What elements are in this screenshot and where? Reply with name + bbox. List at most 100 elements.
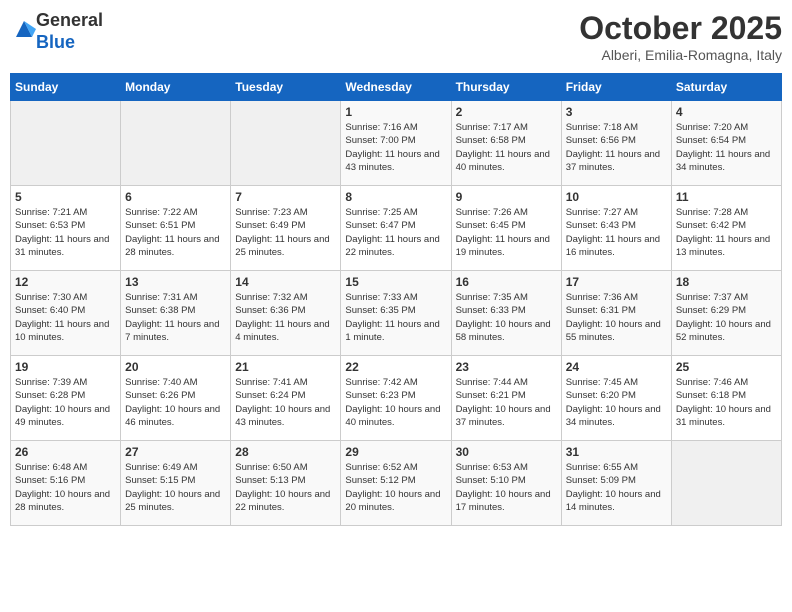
day-info: Sunrise: 7:20 AM Sunset: 6:54 PM Dayligh…	[676, 121, 777, 174]
header-row: SundayMondayTuesdayWednesdayThursdayFrid…	[11, 74, 782, 101]
day-info: Sunrise: 7:30 AM Sunset: 6:40 PM Dayligh…	[15, 291, 116, 344]
day-number: 6	[125, 190, 226, 204]
day-info: Sunrise: 6:50 AM Sunset: 5:13 PM Dayligh…	[235, 461, 336, 514]
column-header-monday: Monday	[121, 74, 231, 101]
day-number: 8	[345, 190, 446, 204]
day-number: 17	[566, 275, 667, 289]
day-number: 11	[676, 190, 777, 204]
day-number: 21	[235, 360, 336, 374]
day-cell: 17 Sunrise: 7:36 AM Sunset: 6:31 PM Dayli…	[561, 271, 671, 356]
day-cell: 2Sunrise: 7:17 AM Sunset: 6:58 PM Daylig…	[451, 101, 561, 186]
day-cell: 22 Sunrise: 7:42 AM Sunset: 6:23 PM Dayli…	[341, 356, 451, 441]
day-number: 23	[456, 360, 557, 374]
day-info: Sunrise: 7:35 AM Sunset: 6:33 PM Dayligh…	[456, 291, 557, 344]
day-number: 28	[235, 445, 336, 459]
logo-icon	[12, 17, 36, 41]
day-info: Sunrise: 7:36 AM Sunset: 6:31 PM Dayligh…	[566, 291, 667, 344]
day-info: Sunrise: 7:16 AM Sunset: 7:00 PM Dayligh…	[345, 121, 446, 174]
day-cell: 15 Sunrise: 7:33 AM Sunset: 6:35 PM Dayli…	[341, 271, 451, 356]
logo-blue: Blue	[36, 32, 75, 52]
day-number: 1	[345, 105, 446, 119]
location: Alberi, Emilia-Romagna, Italy	[579, 47, 782, 63]
day-cell: 27Sunrise: 6:49 AM Sunset: 5:15 PM Dayli…	[121, 441, 231, 526]
day-cell: 18 Sunrise: 7:37 AM Sunset: 6:29 PM Dayli…	[671, 271, 781, 356]
day-number: 22	[345, 360, 446, 374]
day-cell: 26Sunrise: 6:48 AM Sunset: 5:16 PM Dayli…	[11, 441, 121, 526]
day-cell: 31 Sunrise: 6:55 AM Sunset: 5:09 PM Dayli…	[561, 441, 671, 526]
day-cell	[231, 101, 341, 186]
day-cell	[11, 101, 121, 186]
day-cell: 29 Sunrise: 6:52 AM Sunset: 5:12 PM Dayli…	[341, 441, 451, 526]
day-info: Sunrise: 7:44 AM Sunset: 6:21 PM Dayligh…	[456, 376, 557, 429]
day-cell: 8Sunrise: 7:25 AM Sunset: 6:47 PM Daylig…	[341, 186, 451, 271]
logo-general: General	[36, 10, 103, 30]
day-info: Sunrise: 7:45 AM Sunset: 6:20 PM Dayligh…	[566, 376, 667, 429]
day-info: Sunrise: 7:40 AM Sunset: 6:26 PM Dayligh…	[125, 376, 226, 429]
month-title: October 2025	[579, 10, 782, 47]
day-cell: 14 Sunrise: 7:32 AM Sunset: 6:36 PM Dayli…	[231, 271, 341, 356]
logo-text: General Blue	[36, 10, 103, 53]
day-cell: 21Sunrise: 7:41 AM Sunset: 6:24 PM Dayli…	[231, 356, 341, 441]
day-info: Sunrise: 7:21 AM Sunset: 6:53 PM Dayligh…	[15, 206, 116, 259]
day-number: 10	[566, 190, 667, 204]
day-cell: 12Sunrise: 7:30 AM Sunset: 6:40 PM Dayli…	[11, 271, 121, 356]
day-number: 16	[456, 275, 557, 289]
day-cell: 6 Sunrise: 7:22 AM Sunset: 6:51 PM Daylig…	[121, 186, 231, 271]
day-number: 30	[456, 445, 557, 459]
day-info: Sunrise: 7:31 AM Sunset: 6:38 PM Dayligh…	[125, 291, 226, 344]
column-header-saturday: Saturday	[671, 74, 781, 101]
day-info: Sunrise: 7:33 AM Sunset: 6:35 PM Dayligh…	[345, 291, 446, 344]
day-cell: 23 Sunrise: 7:44 AM Sunset: 6:21 PM Dayli…	[451, 356, 561, 441]
day-cell: 20 Sunrise: 7:40 AM Sunset: 6:26 PM Dayli…	[121, 356, 231, 441]
day-number: 15	[345, 275, 446, 289]
day-number: 14	[235, 275, 336, 289]
day-info: Sunrise: 7:22 AM Sunset: 6:51 PM Dayligh…	[125, 206, 226, 259]
week-row-1: 1 Sunrise: 7:16 AM Sunset: 7:00 PM Daylig…	[11, 101, 782, 186]
column-header-thursday: Thursday	[451, 74, 561, 101]
day-info: Sunrise: 6:52 AM Sunset: 5:12 PM Dayligh…	[345, 461, 446, 514]
week-row-5: 26Sunrise: 6:48 AM Sunset: 5:16 PM Dayli…	[11, 441, 782, 526]
day-cell: 13 Sunrise: 7:31 AM Sunset: 6:38 PM Dayli…	[121, 271, 231, 356]
day-info: Sunrise: 7:42 AM Sunset: 6:23 PM Dayligh…	[345, 376, 446, 429]
day-info: Sunrise: 6:53 AM Sunset: 5:10 PM Dayligh…	[456, 461, 557, 514]
day-cell: 7Sunrise: 7:23 AM Sunset: 6:49 PM Daylig…	[231, 186, 341, 271]
day-number: 4	[676, 105, 777, 119]
day-info: Sunrise: 7:28 AM Sunset: 6:42 PM Dayligh…	[676, 206, 777, 259]
week-row-4: 19 Sunrise: 7:39 AM Sunset: 6:28 PM Dayli…	[11, 356, 782, 441]
day-number: 18	[676, 275, 777, 289]
day-info: Sunrise: 7:18 AM Sunset: 6:56 PM Dayligh…	[566, 121, 667, 174]
day-cell: 28 Sunrise: 6:50 AM Sunset: 5:13 PM Dayli…	[231, 441, 341, 526]
day-info: Sunrise: 6:55 AM Sunset: 5:09 PM Dayligh…	[566, 461, 667, 514]
column-header-tuesday: Tuesday	[231, 74, 341, 101]
day-cell: 3 Sunrise: 7:18 AM Sunset: 6:56 PM Daylig…	[561, 101, 671, 186]
day-cell: 9Sunrise: 7:26 AM Sunset: 6:45 PM Daylig…	[451, 186, 561, 271]
column-header-friday: Friday	[561, 74, 671, 101]
week-row-2: 5Sunrise: 7:21 AM Sunset: 6:53 PM Daylig…	[11, 186, 782, 271]
day-cell: 16 Sunrise: 7:35 AM Sunset: 6:33 PM Dayli…	[451, 271, 561, 356]
calendar-table: SundayMondayTuesdayWednesdayThursdayFrid…	[10, 73, 782, 526]
column-header-sunday: Sunday	[11, 74, 121, 101]
day-number: 2	[456, 105, 557, 119]
day-cell: 5Sunrise: 7:21 AM Sunset: 6:53 PM Daylig…	[11, 186, 121, 271]
week-row-3: 12Sunrise: 7:30 AM Sunset: 6:40 PM Dayli…	[11, 271, 782, 356]
day-info: Sunrise: 7:32 AM Sunset: 6:36 PM Dayligh…	[235, 291, 336, 344]
day-number: 25	[676, 360, 777, 374]
day-number: 31	[566, 445, 667, 459]
day-number: 13	[125, 275, 226, 289]
day-cell: 19 Sunrise: 7:39 AM Sunset: 6:28 PM Dayli…	[11, 356, 121, 441]
day-cell: 11 Sunrise: 7:28 AM Sunset: 6:42 PM Dayli…	[671, 186, 781, 271]
day-number: 19	[15, 360, 116, 374]
day-info: Sunrise: 7:26 AM Sunset: 6:45 PM Dayligh…	[456, 206, 557, 259]
day-cell: 25 Sunrise: 7:46 AM Sunset: 6:18 PM Dayli…	[671, 356, 781, 441]
day-info: Sunrise: 7:37 AM Sunset: 6:29 PM Dayligh…	[676, 291, 777, 344]
day-info: Sunrise: 7:39 AM Sunset: 6:28 PM Dayligh…	[15, 376, 116, 429]
day-info: Sunrise: 6:49 AM Sunset: 5:15 PM Dayligh…	[125, 461, 226, 514]
day-info: Sunrise: 7:46 AM Sunset: 6:18 PM Dayligh…	[676, 376, 777, 429]
day-cell: 30 Sunrise: 6:53 AM Sunset: 5:10 PM Dayli…	[451, 441, 561, 526]
day-number: 3	[566, 105, 667, 119]
day-info: Sunrise: 6:48 AM Sunset: 5:16 PM Dayligh…	[15, 461, 116, 514]
day-number: 29	[345, 445, 446, 459]
day-number: 20	[125, 360, 226, 374]
title-block: October 2025 Alberi, Emilia-Romagna, Ita…	[579, 10, 782, 63]
day-info: Sunrise: 7:23 AM Sunset: 6:49 PM Dayligh…	[235, 206, 336, 259]
